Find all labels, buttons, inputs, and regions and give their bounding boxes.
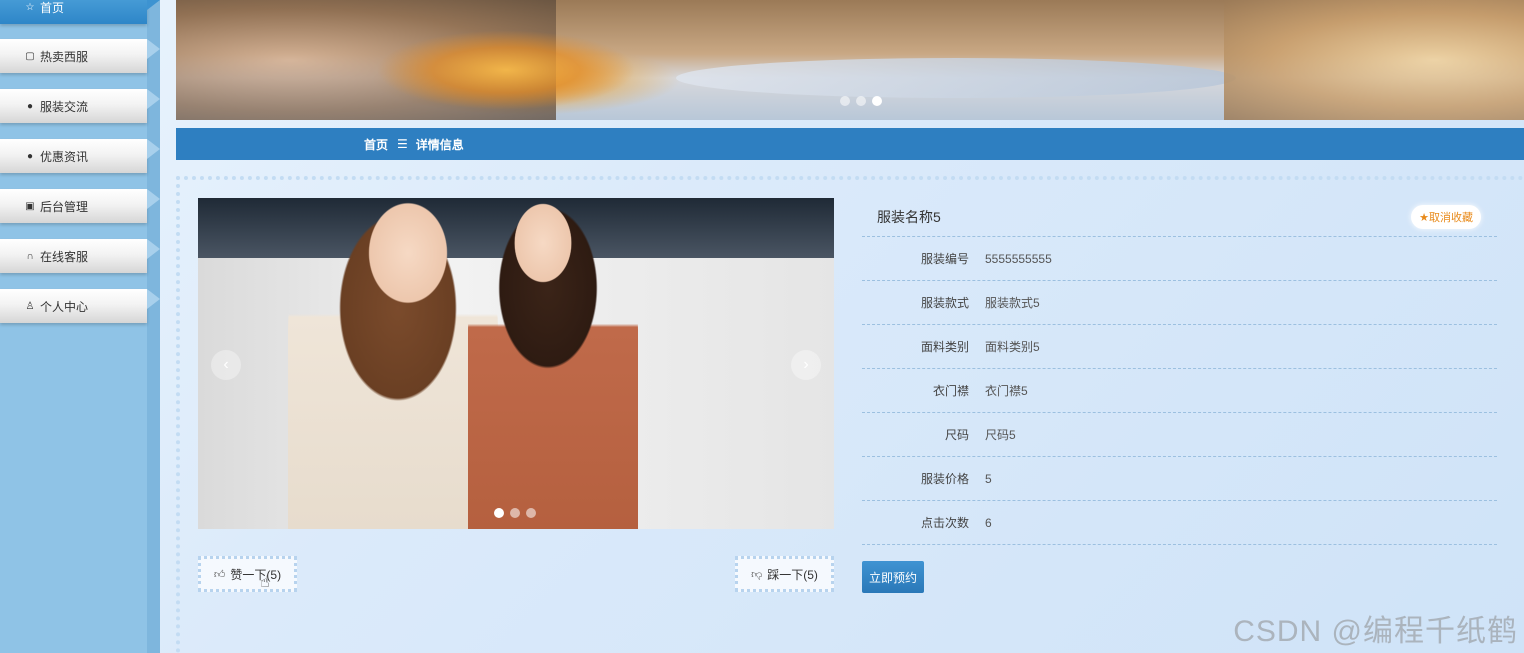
gallery-indicators	[494, 508, 536, 518]
product-name: 服装名称5	[877, 209, 941, 225]
gallery-next-button[interactable]: ›	[791, 350, 821, 380]
detail-key: 服装编号	[920, 252, 969, 266]
sidebar-item-label: 优惠资讯	[40, 149, 89, 164]
sidebar-item-label: 首页	[40, 0, 65, 15]
product-photo-model-left	[288, 198, 498, 529]
product-gallery[interactable]: ‹ ›	[198, 198, 834, 529]
sidebar-item-label: 在线客服	[40, 249, 89, 264]
like-label: 赞一下(5)	[230, 567, 282, 582]
detail-value: 面料类别5	[985, 340, 1040, 354]
headset-icon: ∩	[26, 250, 34, 262]
detail-row: 点击次数 6	[862, 501, 1497, 545]
detail-value: 5	[985, 471, 992, 486]
sidebar-item-label: 后台管理	[40, 199, 89, 214]
banner-image-right	[1224, 0, 1524, 120]
product-title-row: 服装名称5 ★ 取消收藏	[862, 198, 1497, 237]
book-now-label: 立即预约	[868, 570, 917, 585]
detail-row: 服装编号 5555555555	[862, 237, 1497, 281]
banner-carousel[interactable]	[176, 0, 1524, 120]
banner-image-river	[676, 58, 1236, 98]
detail-row: 服装款式 服装款式5	[862, 281, 1497, 325]
like-button[interactable]: 👍︎ 赞一下(5)	[198, 556, 297, 592]
banner-dot[interactable]	[840, 96, 850, 106]
favorite-label: 取消收藏	[1429, 212, 1473, 224]
bag-icon: ▢	[25, 50, 35, 62]
sidebar-item-label: 热卖西服	[40, 49, 89, 64]
sidebar-item-label: 服装交流	[40, 99, 89, 114]
product-detail: 服装名称5 ★ 取消收藏 服装编号 5555555555 服装款式 服装款式5 …	[862, 198, 1497, 545]
thumbs-up-icon: 👍︎	[213, 568, 226, 581]
detail-row: 面料类别 面料类别5	[862, 325, 1497, 369]
gallery-dot[interactable]	[510, 508, 520, 518]
detail-value: 尺码5	[985, 428, 1016, 442]
watermark: CSDN @编程千纸鹤	[1233, 615, 1518, 648]
breadcrumb-current: 详情信息	[415, 137, 464, 152]
detail-key: 衣门襟	[932, 384, 969, 398]
sidebar-item-exchange[interactable]: ● 服装交流	[0, 89, 160, 123]
user-icon: ♙	[25, 300, 35, 312]
detail-value: 6	[985, 515, 992, 530]
detail-key: 服装款式	[920, 296, 969, 310]
detail-key: 服装价格	[920, 472, 969, 486]
detail-row: 尺码 尺码5	[862, 413, 1497, 457]
sidebar-item-support[interactable]: ∩ 在线客服	[0, 239, 160, 273]
breadcrumb-home[interactable]: 首页	[364, 136, 388, 153]
sidebar-item-home[interactable]: ☆ 首页	[0, 0, 160, 24]
detail-value: 衣门襟5	[985, 384, 1028, 398]
star-icon: ☆	[25, 1, 35, 13]
question-icon: ●	[26, 150, 34, 162]
briefcase-icon: ▣	[25, 200, 35, 212]
gallery-prev-button[interactable]: ‹	[211, 350, 241, 380]
dislike-button[interactable]: 👎︎ 踩一下(5)	[735, 556, 834, 592]
dislike-label: 踩一下(5)	[767, 567, 818, 582]
detail-value: 服装款式5	[985, 296, 1040, 310]
star-icon: ★	[1419, 211, 1429, 224]
sidebar-item-deals[interactable]: ● 优惠资讯	[0, 139, 160, 173]
detail-key: 尺码	[944, 428, 969, 442]
book-now-button[interactable]: 立即预约	[862, 561, 924, 593]
breadcrumb: 首页 ☰ 详情信息	[176, 128, 1524, 160]
gallery-dot-active[interactable]	[494, 508, 504, 518]
banner-dot-active[interactable]	[872, 96, 882, 106]
breadcrumb-separator-icon: ☰	[397, 137, 408, 151]
detail-key: 点击次数	[920, 516, 969, 530]
detail-value: 5555555555	[985, 251, 1052, 266]
sidebar-item-hot-suits[interactable]: ▢ 热卖西服	[0, 39, 160, 73]
gallery-dot[interactable]	[526, 508, 536, 518]
banner-image-glow	[376, 30, 636, 110]
detail-row: 衣门襟 衣门襟5	[862, 369, 1497, 413]
product-photo-model-right	[468, 198, 638, 529]
sidebar-item-profile[interactable]: ♙ 个人中心	[0, 289, 160, 323]
detail-row: 服装价格 5	[862, 457, 1497, 501]
banner-indicators	[840, 96, 882, 106]
sidebar-item-admin[interactable]: ▣ 后台管理	[0, 189, 160, 223]
thumbs-down-icon: 👎︎	[751, 568, 763, 581]
unfavorite-button[interactable]: ★ 取消收藏	[1411, 205, 1481, 229]
sidebar: ☆ 首页 ▢ 热卖西服 ● 服装交流 ● 优惠资讯 ▣ 后台管理 ∩ 在线客服 …	[0, 0, 160, 653]
hand-cursor-icon: ☝	[260, 574, 270, 591]
banner-dot[interactable]	[856, 96, 866, 106]
sidebar-item-label: 个人中心	[40, 299, 89, 314]
detail-key: 面料类别	[920, 340, 969, 354]
info-icon: ●	[26, 100, 34, 112]
